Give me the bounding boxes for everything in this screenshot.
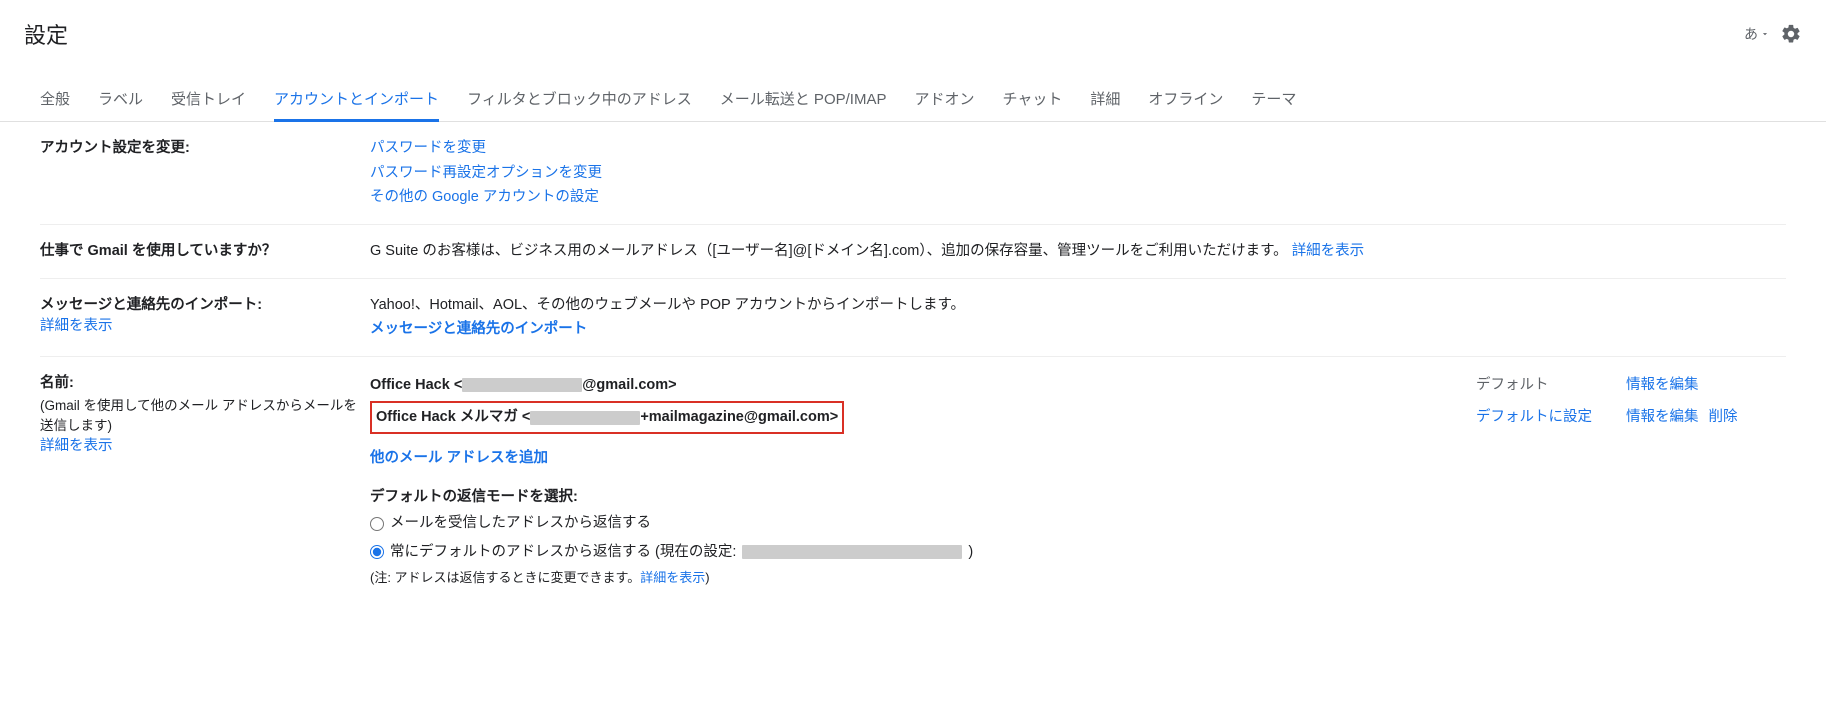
business-text: G Suite のお客様は、ビジネス用のメールアドレス（[ユーザー名]@[ドメイ…	[370, 243, 1288, 259]
section-title: メッセージと連絡先のインポート:	[40, 293, 370, 314]
email-address: Office Hack メルマガ < +mailmagazine@gmail.co…	[370, 401, 1476, 434]
tab-labels[interactable]: ラベル	[98, 78, 143, 121]
radio-label: メールを受信したアドレスから返信する	[390, 511, 651, 536]
section-title: アカウント設定を変更:	[40, 140, 190, 156]
change-password-link[interactable]: パスワードを変更	[370, 140, 486, 156]
radio-label-pre: 常にデフォルトのアドレスから返信する (現在の設定:	[390, 540, 736, 565]
email-address: Office Hack < @gmail.com>	[370, 373, 1476, 398]
section-label: 仕事で Gmail を使用していますか？	[40, 239, 370, 260]
tab-themes[interactable]: テーマ	[1251, 78, 1296, 121]
redacted-block	[742, 545, 962, 559]
gear-icon[interactable]	[1780, 23, 1802, 45]
settings-body: アカウント設定を変更: パスワードを変更 パスワード再設定オプションを変更 その…	[0, 122, 1826, 603]
add-another-address-link[interactable]: 他のメール アドレスを追加	[370, 450, 548, 466]
lang-label: あ	[1744, 24, 1758, 44]
addr-prefix: Office Hack メルマガ <	[376, 409, 530, 425]
settings-header: 設定 あ	[0, 0, 1826, 58]
tab-inbox[interactable]: 受信トレイ	[171, 78, 246, 121]
addr-suffix: +mailmagazine@gmail.com>	[640, 409, 838, 425]
send-as-row: Office Hack メルマガ < +mailmagazine@gmail.co…	[370, 399, 1786, 436]
section-content: Yahoo!、Hotmail、AOL、その他のウェブメールや POP アカウント…	[370, 293, 1786, 342]
reply-from-default-radio[interactable]	[370, 545, 384, 559]
tab-forwarding[interactable]: メール転送と POP/IMAP	[720, 78, 887, 121]
section-title: 名前:	[40, 371, 370, 392]
tab-accounts-import[interactable]: アカウントとインポート	[274, 78, 439, 121]
reply-mode-option[interactable]: メールを受信したアドレスから返信する	[370, 509, 1786, 538]
reply-mode-note: (注: アドレスは返信するときに変更できます。詳細を表示)	[370, 567, 1786, 589]
other-account-settings-link[interactable]: その他の Google アカウントの設定	[370, 189, 599, 205]
highlighted-address: Office Hack メルマガ < +mailmagazine@gmail.co…	[370, 401, 844, 434]
note-post: )	[705, 570, 709, 585]
sendas-learn-more-link[interactable]: 詳細を表示	[40, 438, 113, 454]
section-label: 名前: (Gmail を使用して他のメール アドレスからメールを送信します) 詳…	[40, 371, 370, 455]
section-account-change: アカウント設定を変更: パスワードを変更 パスワード再設定オプションを変更 その…	[40, 122, 1786, 225]
make-default-link[interactable]: デフォルトに設定	[1476, 409, 1592, 425]
section-business: 仕事で Gmail を使用していますか？ G Suite のお客様は、ビジネス用…	[40, 225, 1786, 279]
addr-suffix: @gmail.com>	[582, 377, 676, 393]
send-as-row: Office Hack < @gmail.com> デフォルト 情報を編集	[370, 371, 1786, 400]
edit-info-link[interactable]: 情報を編集	[1626, 409, 1699, 425]
default-label: デフォルト	[1476, 373, 1626, 398]
tab-general[interactable]: 全般	[40, 78, 70, 121]
section-send-as: 名前: (Gmail を使用して他のメール アドレスからメールを送信します) 詳…	[40, 357, 1786, 603]
section-label: メッセージと連絡先のインポート: 詳細を表示	[40, 293, 370, 335]
settings-tabs: 全般 ラベル 受信トレイ アカウントとインポート フィルタとブロック中のアドレス…	[0, 78, 1826, 122]
section-import: メッセージと連絡先のインポート: 詳細を表示 Yahoo!、Hotmail、AO…	[40, 279, 1786, 357]
reply-mode-option[interactable]: 常にデフォルトのアドレスから返信する (現在の設定: )	[370, 538, 1786, 567]
section-label: アカウント設定を変更:	[40, 136, 370, 157]
business-learn-more-link[interactable]: 詳細を表示	[1292, 243, 1365, 259]
reply-mode-title: デフォルトの返信モードを選択:	[370, 485, 1786, 510]
chevron-down-icon	[1760, 29, 1770, 39]
edit-info-link[interactable]: 情報を編集	[1626, 377, 1699, 393]
addr-prefix: Office Hack <	[370, 377, 462, 393]
change-password-options-link[interactable]: パスワード再設定オプションを変更	[370, 165, 602, 181]
redacted-block	[462, 378, 582, 392]
delete-link[interactable]: 削除	[1709, 409, 1738, 425]
note-learn-more-link[interactable]: 詳細を表示	[640, 570, 705, 585]
tab-addons[interactable]: アドオン	[914, 78, 974, 121]
redacted-block	[530, 411, 640, 425]
import-text: Yahoo!、Hotmail、AOL、その他のウェブメールや POP アカウント…	[370, 293, 1786, 318]
language-selector[interactable]: あ	[1744, 24, 1770, 44]
section-subtitle: (Gmail を使用して他のメール アドレスからメールを送信します)	[40, 394, 370, 434]
tab-chat[interactable]: チャット	[1002, 78, 1062, 121]
section-content: パスワードを変更 パスワード再設定オプションを変更 その他の Google アカ…	[370, 136, 1786, 210]
section-content: Office Hack < @gmail.com> デフォルト 情報を編集 Off…	[370, 371, 1786, 589]
import-action-link[interactable]: メッセージと連絡先のインポート	[370, 321, 587, 337]
tab-offline[interactable]: オフライン	[1148, 78, 1223, 121]
import-learn-more-link[interactable]: 詳細を表示	[40, 318, 113, 334]
radio-label-post: )	[968, 540, 973, 565]
tab-advanced[interactable]: 詳細	[1090, 78, 1120, 121]
note-pre: (注: アドレスは返信するときに変更できます。	[370, 570, 640, 585]
section-title: 仕事で Gmail を使用していますか？	[40, 243, 276, 259]
tab-filters[interactable]: フィルタとブロック中のアドレス	[467, 78, 692, 121]
page-title: 設定	[24, 18, 68, 50]
header-controls: あ	[1744, 23, 1802, 45]
reply-from-received-radio[interactable]	[370, 517, 384, 531]
section-content: G Suite のお客様は、ビジネス用のメールアドレス（[ユーザー名]@[ドメイ…	[370, 239, 1786, 264]
